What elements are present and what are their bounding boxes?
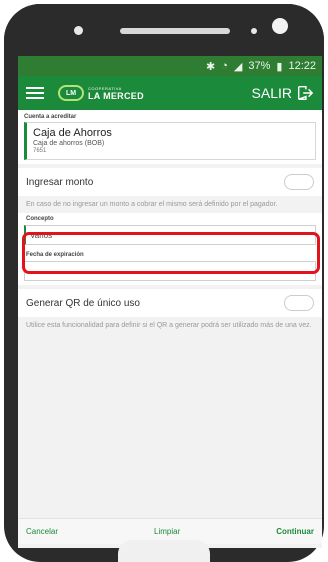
account-section: Cuenta a acreditar Caja de Ahorros Caja … [18,110,322,164]
bluetooth-icon: ✱ [206,60,216,73]
account-section-label: Cuenta a acreditar [18,110,322,122]
amount-hint: En caso de no ingresar un monto a cobrar… [26,201,278,208]
logout-icon [297,85,314,101]
logout-button[interactable]: SALIR [252,84,314,102]
phone-top-bezel [4,4,324,56]
brand-logo: LM COOPERATIVA LA MERCED [58,85,144,101]
clock: 12:22 [288,60,316,72]
single-use-hint: Utilice esta funcionalidad para definir … [26,322,312,330]
menu-icon[interactable] [26,87,44,99]
phone-home-button [118,540,210,562]
logout-label: SALIR [251,85,292,101]
sensor-icon [74,26,83,35]
signal-icon: ◢ [233,60,243,73]
concept-highlight-annotation [22,232,320,274]
sensor-dot-icon [251,28,257,34]
concept-label: Concepto [18,213,322,226]
continue-button[interactable]: Continuar [276,527,314,536]
clear-button[interactable]: Limpiar [154,527,180,536]
phone-frame: ✱ ◔ ◢ 37% ▮ 12:22 LM COOPERATIVA LA MERC… [4,4,324,562]
front-camera-icon [272,18,288,34]
logo-mark: LM [58,85,84,101]
account-number: 7651 [33,148,47,154]
wifi-icon: ◔ [221,60,228,72]
account-subtitle: Caja de ahorros (BOB) [33,140,105,147]
brand-name: LA MERCED [88,90,144,101]
cancel-button[interactable]: Cancelar [26,527,58,536]
amount-toggle[interactable] [284,174,314,190]
battery-level: 37% [248,60,271,72]
amount-toggle-label: Ingresar monto [26,176,94,188]
status-bar: ✱ ◔ ◢ 37% ▮ 12:22 [18,56,322,76]
account-title: Caja de Ahorros [33,127,112,139]
app-screen: ✱ ◔ ◢ 37% ▮ 12:22 LM COOPERATIVA LA MERC… [18,56,322,548]
single-use-toggle-row: Generar QR de único uso [18,289,322,318]
account-selector[interactable]: Caja de Ahorros Caja de ahorros (BOB) 76… [24,122,316,160]
app-bar: LM COOPERATIVA LA MERCED SALIR [18,76,322,110]
speaker-grille [120,28,230,34]
single-use-toggle[interactable] [284,295,314,312]
amount-toggle-row: Ingresar monto [18,168,322,196]
battery-icon: ▮ [276,60,283,73]
single-use-toggle-label: Generar QR de único uso [26,297,140,309]
